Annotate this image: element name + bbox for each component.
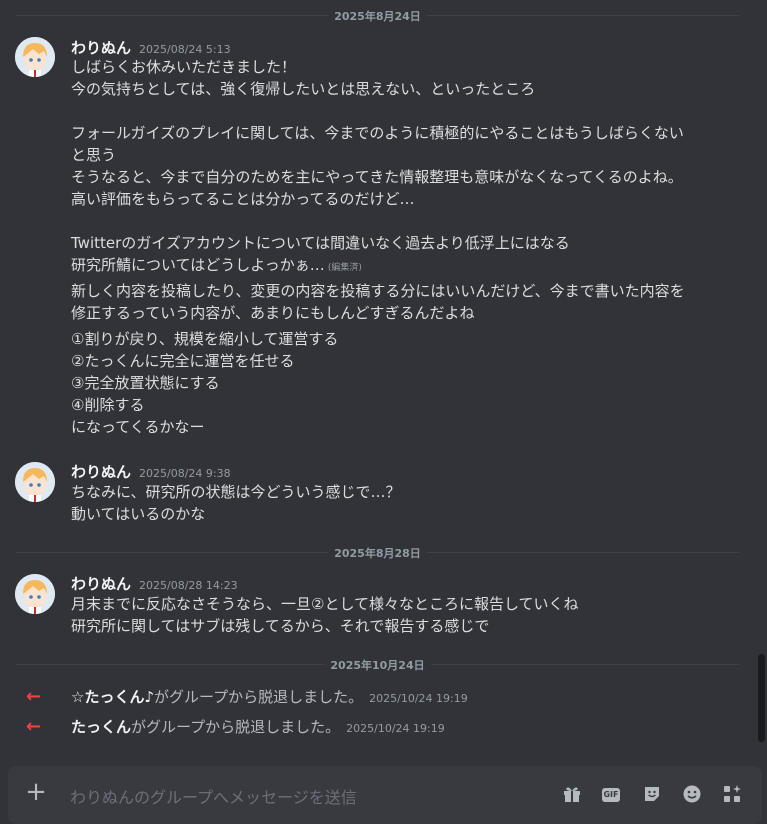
system-timestamp: 2025/10/24 19:19 (346, 722, 445, 735)
avatar-image (15, 37, 55, 77)
message-line: 月末までに反応なさそうなら、一旦②として様々なところに報告していくね (71, 595, 579, 613)
leave-arrow-icon: ← (26, 686, 42, 707)
system-text: がグループから脱退しました。 (154, 688, 364, 706)
message-line: になってくるかなー (71, 418, 205, 436)
system-user-name[interactable]: ☆たっくん♪ (71, 688, 154, 706)
date-divider-label: 2025年10月24日 (324, 657, 431, 673)
avatar-image (15, 462, 55, 502)
gift-icon-svg (564, 787, 580, 802)
message-line: 新しく内容を投稿したり、変更の内容を投稿する分にはいいんだけど、今まで書いた内容… (71, 282, 685, 300)
user-avatar[interactable] (15, 462, 55, 502)
leave-arrow-icon: ← (26, 716, 42, 737)
message-line: 今の気持ちとしては、強く復帰したいとは思えない、といったところ (71, 80, 536, 98)
message-timestamp: 2025/08/24 5:13 (139, 43, 231, 56)
message-author[interactable]: わりぬん 2025/08/24 5:13 (71, 37, 231, 58)
date-divider: 2025年8月28日 (16, 545, 739, 561)
system-message: たっくんがグループから脱退しました。 2025/10/24 19:19 (71, 716, 445, 737)
message-line: しばらくお休みいただきました！ (71, 58, 297, 76)
message-line: 研究所鯖についてはどうしよっかぁ… (編集済) (71, 254, 362, 279)
plus-icon[interactable]: + (24, 779, 48, 805)
edited-label: (編集済) (327, 263, 362, 273)
message-text: 研究所鯖についてはどうしよっかぁ… (71, 256, 325, 274)
system-text: がグループから脱退しました。 (131, 718, 341, 736)
message-author[interactable]: わりぬん 2025/08/28 14:23 (71, 573, 238, 594)
message-input[interactable]: わりぬんのグループへメッセージを送信 (70, 784, 357, 808)
message-line: ①割りが戻り、規模を縮小して運営する (71, 330, 339, 348)
author-name[interactable]: わりぬん (71, 39, 131, 57)
date-divider: 2025年10月24日 (16, 657, 739, 673)
message-timestamp: 2025/08/24 9:38 (139, 467, 231, 480)
avatar-image (15, 574, 55, 614)
apps-icon-svg (724, 785, 741, 802)
message-line: フォールガイズのプレイに関しては、今までのように積極的にやることはもうしばらくな… (71, 124, 684, 142)
message-line: 動いてはいるのかな (71, 505, 206, 523)
system-message: ☆たっくん♪がグループから脱退しました。 2025/10/24 19:19 (71, 686, 468, 707)
author-name[interactable]: わりぬん (71, 575, 131, 593)
scrollbar-thumb[interactable] (758, 654, 765, 742)
date-divider-label: 2025年8月24日 (328, 8, 427, 24)
message-line: ちなみに、研究所の状態は今どういう感じで…？ (71, 483, 401, 501)
message-timestamp: 2025/08/28 14:23 (139, 579, 238, 592)
apps-icon[interactable] (721, 784, 743, 806)
message-line: ③完全放置状態にする (71, 374, 220, 392)
system-timestamp: 2025/10/24 19:19 (369, 692, 468, 705)
message-line: 修正するっていう内容が、あまりにもしんどすぎるんだよね (71, 304, 475, 322)
sticker-icon-svg (645, 787, 659, 801)
emoji-icon[interactable] (681, 784, 703, 806)
emoji-icon-svg (683, 785, 701, 803)
date-divider: 2025年8月24日 (16, 8, 739, 24)
system-user-name[interactable]: たっくん (71, 718, 131, 736)
message-line: と思う (71, 146, 117, 164)
gift-icon[interactable] (561, 784, 583, 806)
author-name[interactable]: わりぬん (71, 463, 131, 481)
message-line: Twitterのガイズアカウントについては間違いなく過去より低浮上にはなる (71, 234, 570, 252)
message-line: 研究所に関してはサブは残してるから、それで報告する感じで (71, 617, 490, 635)
message-composer: + わりぬんのグループへメッセージを送信 GIF (8, 766, 762, 824)
message-line: 高い評価をもらってることは分かってるのだけど… (71, 190, 415, 208)
message-line: そうなると、今まで自分のためを主にやってきた情報整理も意味がなくなってくるのよね… (71, 168, 683, 186)
message-author[interactable]: わりぬん 2025/08/24 9:38 (71, 461, 231, 482)
message-line: ②たっくんに完全に運営を任せる (71, 352, 295, 370)
user-avatar[interactable] (15, 574, 55, 614)
user-avatar[interactable] (15, 37, 55, 77)
gif-icon[interactable]: GIF (602, 788, 620, 802)
message-line: ④削除する (71, 396, 145, 414)
sticker-icon[interactable] (641, 784, 663, 806)
date-divider-label: 2025年8月28日 (328, 545, 427, 561)
